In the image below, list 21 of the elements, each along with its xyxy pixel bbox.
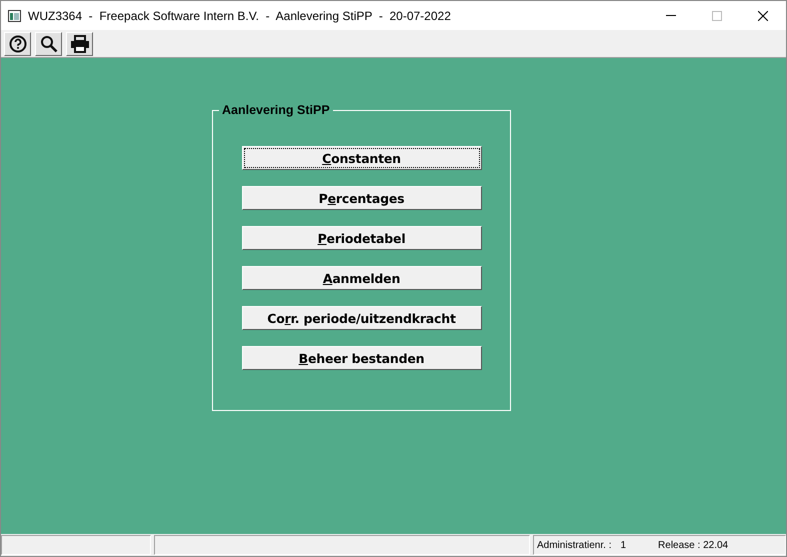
close-icon	[758, 10, 768, 20]
menu-button[interactable]: Periodetabel	[242, 226, 482, 250]
menu-button[interactable]: Aanmelden	[242, 266, 482, 290]
help-icon	[8, 34, 26, 52]
menu-button[interactable]: Beheer bestanden	[242, 346, 482, 370]
print-button[interactable]	[66, 32, 93, 56]
app-icon	[8, 10, 21, 22]
help-button[interactable]	[4, 32, 31, 56]
window-title: WUZ3364 - Freepack Software Intern B.V. - Aanlevering StiPP - 20-07-2022	[28, 8, 452, 22]
group-title: Aanlevering StiPP	[219, 103, 333, 117]
release-text: Release : 22.04	[658, 540, 728, 550]
menu-button[interactable]: Constanten	[242, 146, 482, 170]
admin-label: Administratienr. :	[537, 540, 612, 550]
maximize-icon	[712, 10, 722, 20]
printer-icon	[70, 34, 90, 52]
minimize-icon	[666, 15, 676, 16]
menu-button[interactable]: Corr. periode/uitzendkracht	[242, 306, 482, 330]
admin-value: 1	[620, 540, 626, 550]
search-icon	[40, 34, 58, 52]
menu-button[interactable]: Percentages	[242, 186, 482, 210]
search-button[interactable]	[35, 32, 62, 56]
